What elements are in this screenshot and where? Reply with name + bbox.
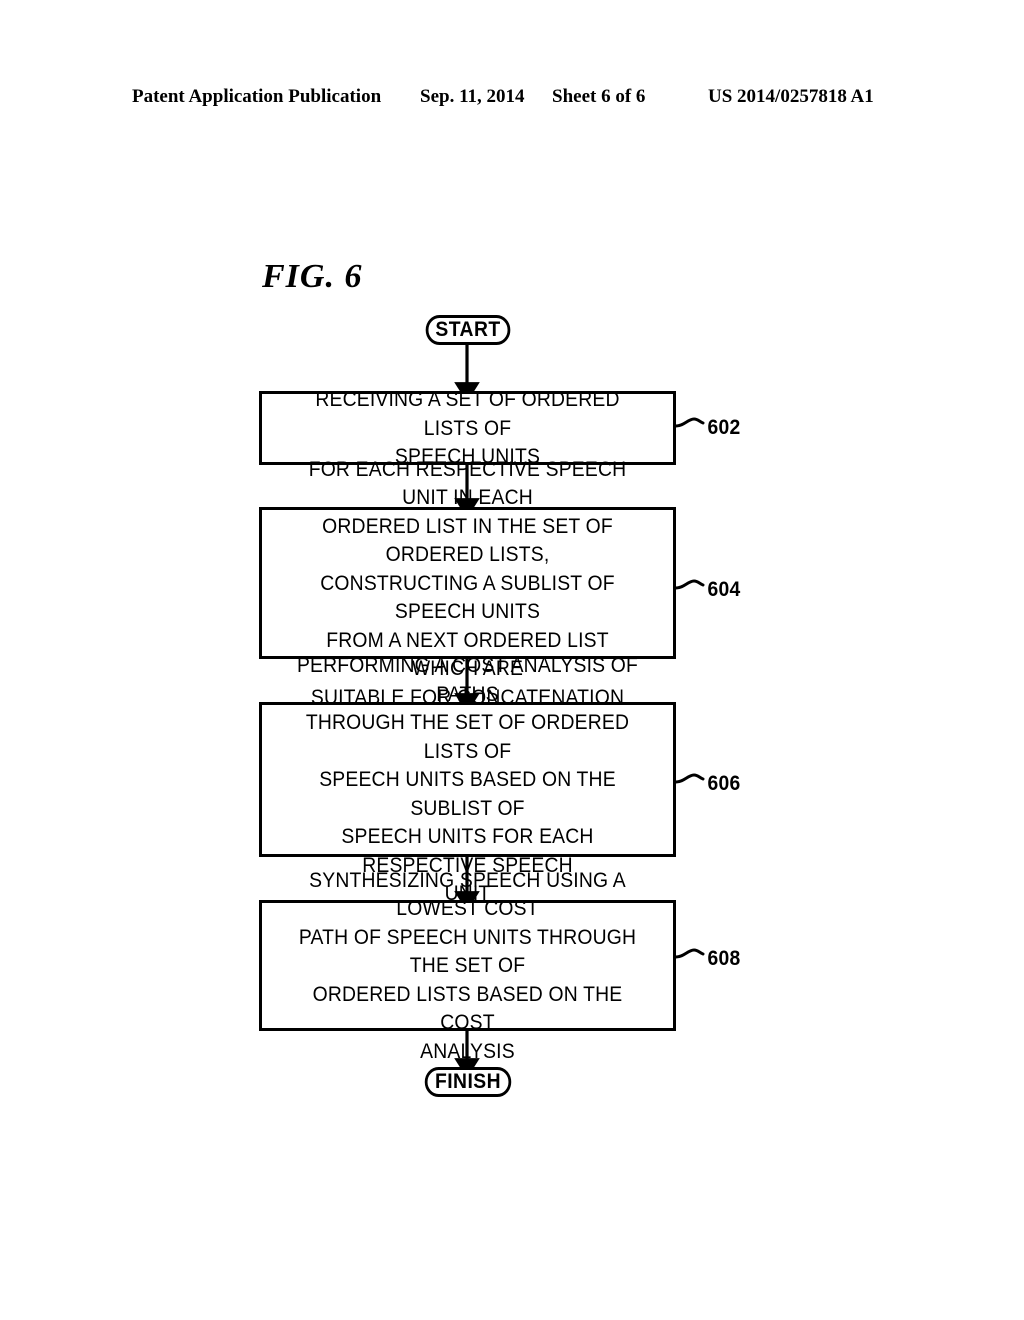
flowchart-step-608: SYNTHESIZING SPEECH USING A LOWEST COST … bbox=[259, 868, 676, 1063]
flowchart-step-606: PERFORMING A COST ANALYSIS OF PATHS THRO… bbox=[259, 653, 676, 905]
leader-line-602 bbox=[674, 417, 705, 428]
flowchart-diagram: START RECEIVING A SET OF ORDERED LISTS O… bbox=[0, 0, 1024, 1320]
reference-numeral-606: 606 bbox=[707, 772, 741, 795]
flowchart-node-start: START bbox=[425, 315, 511, 345]
start-label: START bbox=[435, 318, 501, 341]
reference-numeral-604: 604 bbox=[707, 578, 741, 601]
leader-line-604 bbox=[674, 579, 705, 590]
flowchart-step-604: FOR EACH RESPECTIVE SPEECH UNIT IN EACH … bbox=[259, 457, 676, 709]
finish-label: FINISH bbox=[434, 1070, 502, 1093]
reference-numeral-602: 602 bbox=[707, 416, 741, 439]
leader-line-608 bbox=[674, 948, 705, 959]
reference-numeral-608: 608 bbox=[707, 947, 741, 970]
flowchart-node-finish: FINISH bbox=[424, 1067, 512, 1097]
step-608-text: SYNTHESIZING SPEECH USING A LOWEST COST … bbox=[298, 867, 637, 1063]
leader-line-606 bbox=[674, 773, 705, 784]
